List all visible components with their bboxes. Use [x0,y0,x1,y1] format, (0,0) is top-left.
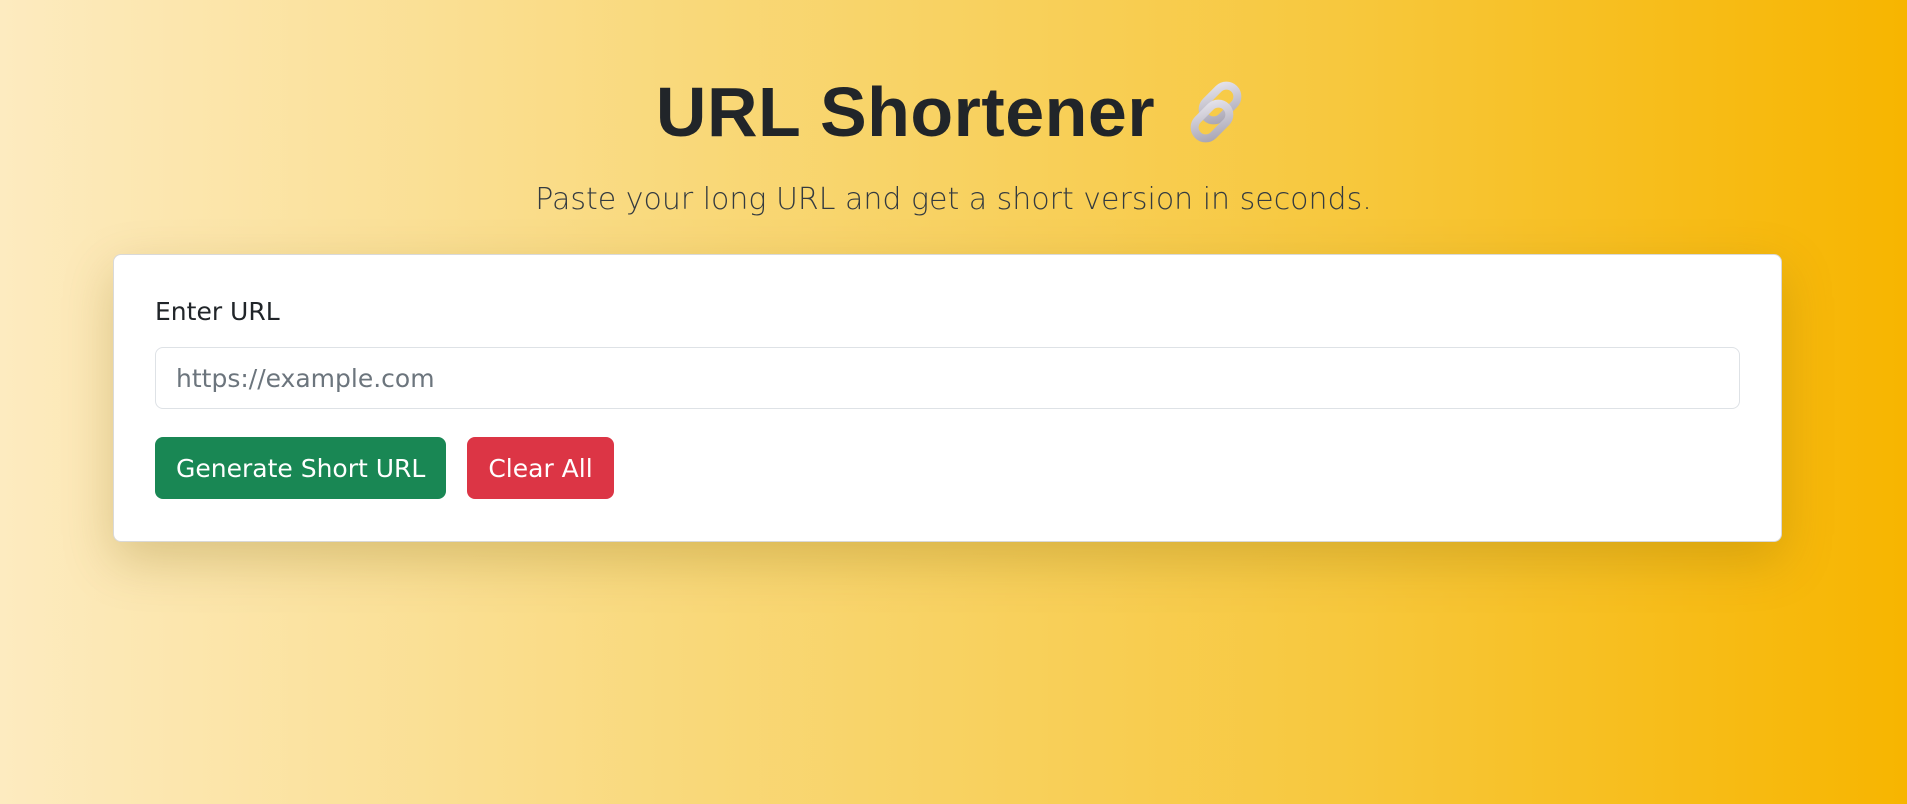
form-actions: Generate Short URL Clear All [155,437,1740,499]
link-icon [1181,77,1251,147]
generate-short-url-button[interactable]: Generate Short URL [155,437,447,499]
page-subtitle: Paste your long URL and get a short vers… [535,182,1372,217]
page-title: URL Shortener [655,73,1156,151]
page-header: URL Shortener Paste your long URL and ge… [0,70,1907,217]
clear-all-button[interactable]: Clear All [467,437,614,499]
url-input[interactable] [155,347,1740,409]
url-field-label: Enter URL [155,297,280,326]
title-row: URL Shortener [656,70,1251,154]
url-form-card: Enter URL Generate Short URL Clear All [113,254,1782,542]
